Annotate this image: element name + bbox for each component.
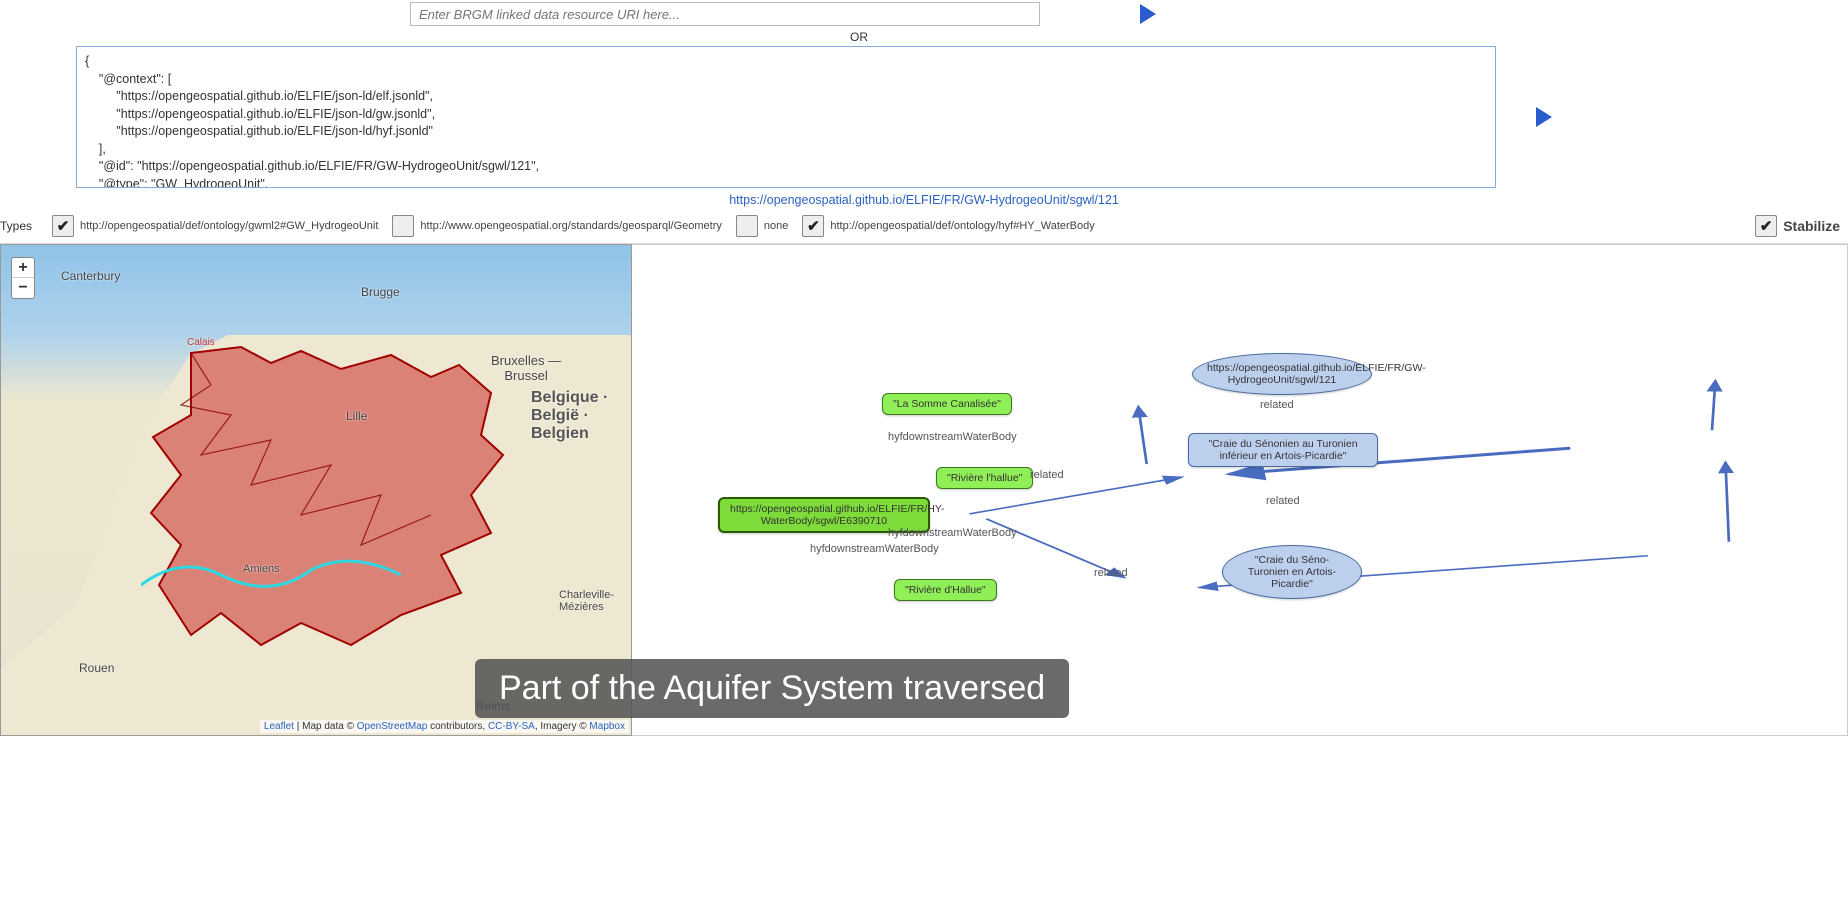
resource-link[interactable]: https://opengeospatial.github.io/ELFIE/F…: [729, 193, 1119, 207]
type-text: http://www.opengeospatial.org/standards/…: [420, 220, 721, 232]
edge-label: related: [1266, 495, 1300, 507]
map-label: Amiens: [243, 563, 280, 575]
graph-node-craie-seno-turonien[interactable]: "Craie du Séno-Turonien en Artois-Picard…: [1222, 545, 1362, 599]
edge-label: related: [1030, 469, 1064, 481]
edge-label: related: [1260, 399, 1294, 411]
type-text: none: [764, 220, 788, 232]
graph-node-craie-senonien[interactable]: "Craie du Sénonien au Turonien inférieur…: [1188, 433, 1378, 467]
river-line: [141, 545, 401, 605]
edge-label: hyfdownstreamWaterBody: [888, 527, 1017, 539]
graph-node-hydrogeo-uri[interactable]: https://opengeospatial.github.io/ELFIE/F…: [1192, 353, 1372, 395]
graph-node-riviere-dhallue[interactable]: "Rivière d'Hallue": [894, 579, 997, 601]
edge-label: hyfdownstreamWaterBody: [888, 431, 1017, 443]
type-checkbox-waterbody[interactable]: [802, 215, 824, 237]
type-checkbox-geometry[interactable]: [392, 215, 414, 237]
types-label: Types: [0, 219, 32, 233]
map-label: Lille: [346, 409, 367, 423]
map-label: Belgique · België · Belgien: [531, 389, 608, 443]
map-label: Bruxelles — Brussel: [491, 353, 561, 383]
graph-node-riviere-hallue[interactable]: "Rivière l'hallue": [936, 467, 1033, 489]
uri-input[interactable]: [410, 2, 1040, 26]
or-label: OR: [0, 28, 1848, 46]
stabilize-label: Stabilize: [1783, 218, 1840, 234]
map-label: Brugge: [361, 285, 400, 299]
edge-label: related: [1094, 567, 1128, 579]
map-label: Calais: [187, 337, 215, 348]
json-input[interactable]: [76, 46, 1496, 188]
run-json-button[interactable]: [1536, 107, 1552, 127]
mapbox-link[interactable]: Mapbox: [589, 721, 625, 732]
zoom-control: + −: [11, 257, 35, 299]
type-text: http://opengeospatial/def/ontology/gwml2…: [80, 220, 378, 232]
map-label: Rouen: [79, 661, 114, 675]
map-label: Charleville- Mézières: [559, 589, 614, 613]
stabilize-checkbox[interactable]: [1755, 215, 1777, 237]
type-checkbox-hydrogeounit[interactable]: [52, 215, 74, 237]
type-checkbox-none[interactable]: [736, 215, 758, 237]
map-label: Canterbury: [61, 269, 120, 283]
aquifer-polygon: [131, 345, 531, 665]
type-text: http://opengeospatial/def/ontology/hyf#H…: [830, 220, 1094, 232]
graph-node-somme[interactable]: "La Somme Canalisée": [882, 393, 1012, 415]
leaflet-link[interactable]: Leaflet: [264, 721, 294, 732]
osm-link[interactable]: OpenStreetMap: [357, 721, 428, 732]
zoom-in-button[interactable]: +: [12, 258, 34, 278]
cc-link[interactable]: CC-BY-SA: [488, 721, 535, 732]
map-attribution: Leaflet | Map data © OpenStreetMap contr…: [260, 720, 629, 733]
zoom-out-button[interactable]: −: [12, 278, 34, 298]
run-uri-button[interactable]: [1140, 4, 1156, 24]
edge-label: hyfdownstreamWaterBody: [810, 543, 939, 555]
video-caption: Part of the Aquifer System traversed: [475, 659, 1069, 718]
